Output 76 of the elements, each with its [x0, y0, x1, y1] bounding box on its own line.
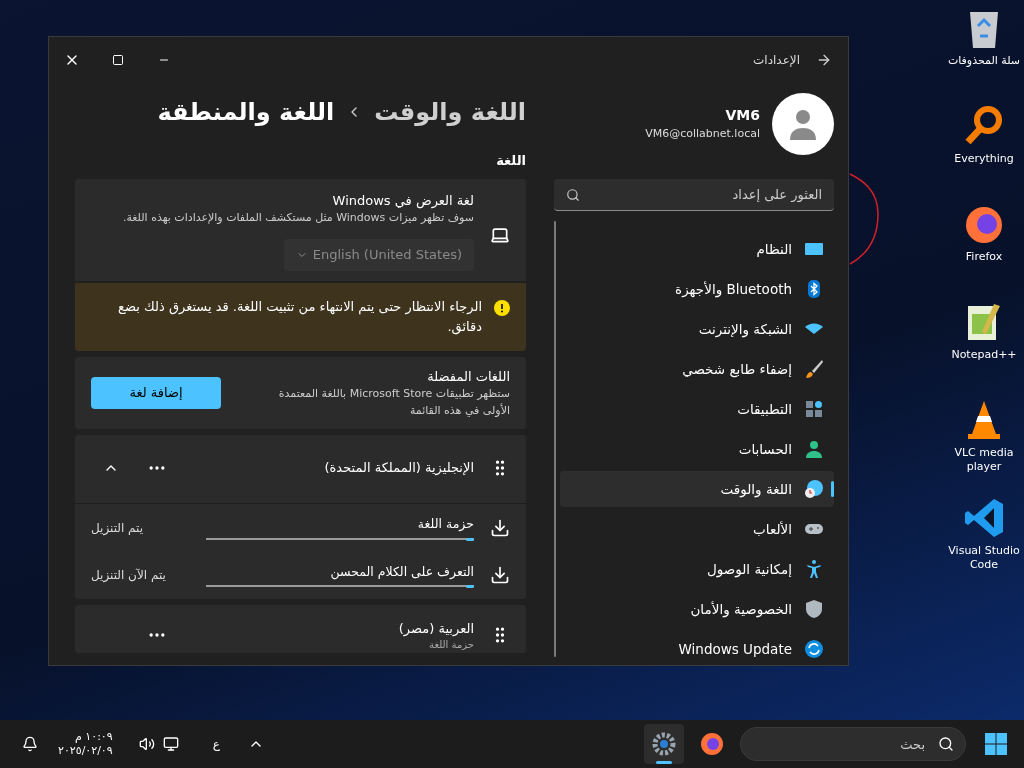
- profile-email: VM6@collabnet.local: [645, 126, 760, 143]
- breadcrumb-link[interactable]: اللغة والوقت: [374, 94, 526, 130]
- shield-icon: [804, 599, 824, 619]
- fox-globe-icon: [700, 732, 724, 756]
- nav-item[interactable]: الخصوصية والأمان: [560, 591, 834, 627]
- nav-label: الشبكة والإنترنت: [698, 319, 792, 340]
- nav-label: الحسابات: [738, 439, 792, 459]
- accessibility-icon: [804, 559, 824, 579]
- download-icon: [490, 517, 510, 538]
- taskbar-search-field[interactable]: بحث: [740, 727, 966, 761]
- warning-text: الرجاء الانتظار حتى يتم الانتهاء من تثبيت اللغة. قد يستغرق ذلك بضع دقائق.: [117, 297, 482, 337]
- setting-description: ستظهر تطبيقات Microsoft Store باللغة المعتمدة الأولى في هذه القائمة: [277, 386, 510, 419]
- person-silhouette-icon: [789, 108, 817, 140]
- download-name: حزمة اللغة: [417, 515, 474, 534]
- volume-icon[interactable]: [138, 736, 155, 752]
- selection-indicator: [831, 481, 834, 497]
- nav-label: الخصوصية والأمان: [690, 599, 792, 620]
- nav-item[interactable]: التطبيقات: [560, 391, 834, 427]
- nav-item[interactable]: اللغة والوقت: [560, 471, 834, 507]
- desktop-icon-label[interactable]: Visual Studio Code: [946, 544, 1022, 572]
- taskbar-app[interactable]: [644, 724, 684, 764]
- maximize-icon: [112, 54, 124, 66]
- desktop-icon-label[interactable]: VLC media player: [946, 446, 1022, 474]
- brush-icon: [804, 359, 824, 379]
- nav-item[interactable]: إمكانية الوصول: [560, 551, 834, 587]
- gear-icon: [652, 732, 676, 756]
- section-title: اللغة: [495, 152, 526, 170]
- keyboard-language[interactable]: ع: [212, 735, 220, 753]
- warning-icon: [494, 299, 510, 316]
- language-subtitle: حزمة اللغة: [428, 638, 474, 651]
- nav-label: إمكانية الوصول: [707, 559, 792, 580]
- apps-icon: [804, 399, 824, 419]
- notification-bell-icon[interactable]: [22, 736, 38, 752]
- nav-item[interactable]: الشبكة والإنترنت: [560, 311, 834, 347]
- start-windows-icon[interactable]: [984, 732, 1008, 756]
- language-name: العربية (مصر): [397, 620, 474, 639]
- desktop-icon-label[interactable]: Notepad++: [946, 348, 1022, 362]
- desktop-icon-label[interactable]: Firefox: [946, 250, 1022, 264]
- clock[interactable]: ١٠:٠٩ م ٢٠٢٥/٠٢/٠٩: [58, 730, 113, 758]
- nav-item[interactable]: Windows Update: [560, 631, 834, 665]
- desktop-icon-label[interactable]: Everything: [946, 152, 1022, 166]
- scrollbar[interactable]: [554, 221, 556, 657]
- search-field[interactable]: العثور على إعداد: [554, 179, 834, 211]
- download-status: يتم التنزيل: [91, 519, 144, 537]
- nav-item[interactable]: الحسابات: [560, 431, 834, 467]
- nav-label: Windows Update: [678, 639, 792, 659]
- nav-label: اللغة والوقت: [720, 479, 792, 500]
- setting-title: لغة العرض في Windows: [331, 191, 474, 210]
- page-heading: اللغة والمنطقة: [157, 97, 335, 128]
- setting-title: اللغات المفضلة: [426, 367, 510, 386]
- nav-item[interactable]: الألعاب: [560, 511, 834, 547]
- language-name: الإنجليزية (المملكة المتحدة): [323, 459, 474, 478]
- desktop-icon-label[interactable]: سلة المحذوفات: [946, 54, 1022, 68]
- nav-label: النظام: [756, 239, 792, 259]
- nav-label: التطبيقات: [737, 399, 792, 419]
- nav-item[interactable]: Bluetooth والأجهزة: [560, 271, 834, 307]
- nav-item[interactable]: إضفاء طابع شخصي: [560, 351, 834, 387]
- code-editor-icon: [962, 496, 1006, 540]
- search-icon: [938, 736, 954, 752]
- window-title: الإعدادات: [753, 52, 800, 69]
- search-icon: [566, 188, 580, 202]
- setting-description: سوف تظهر ميزات Windows مثل مستكشف الملفات والإعدادات بهذه اللغة.: [121, 210, 474, 226]
- globe-clock-icon: [804, 479, 824, 499]
- nav-label: إضفاء طابع شخصي: [682, 359, 792, 380]
- download-icon: [490, 565, 510, 585]
- network-icon[interactable]: [162, 736, 179, 752]
- add-language-button[interactable]: إضافة لغة: [91, 376, 221, 409]
- person-icon: [804, 439, 824, 459]
- profile-name: VM6: [724, 106, 760, 126]
- nav-label: الألعاب: [753, 519, 792, 539]
- nav-label: Bluetooth والأجهزة: [675, 279, 792, 300]
- nav-item[interactable]: النظام: [560, 231, 834, 267]
- download-name: التعرف على الكلام المحسن: [330, 562, 474, 582]
- download-status: يتم الآن التنزيل: [91, 567, 166, 584]
- active-indicator: [656, 761, 672, 764]
- refresh-icon: [804, 639, 824, 659]
